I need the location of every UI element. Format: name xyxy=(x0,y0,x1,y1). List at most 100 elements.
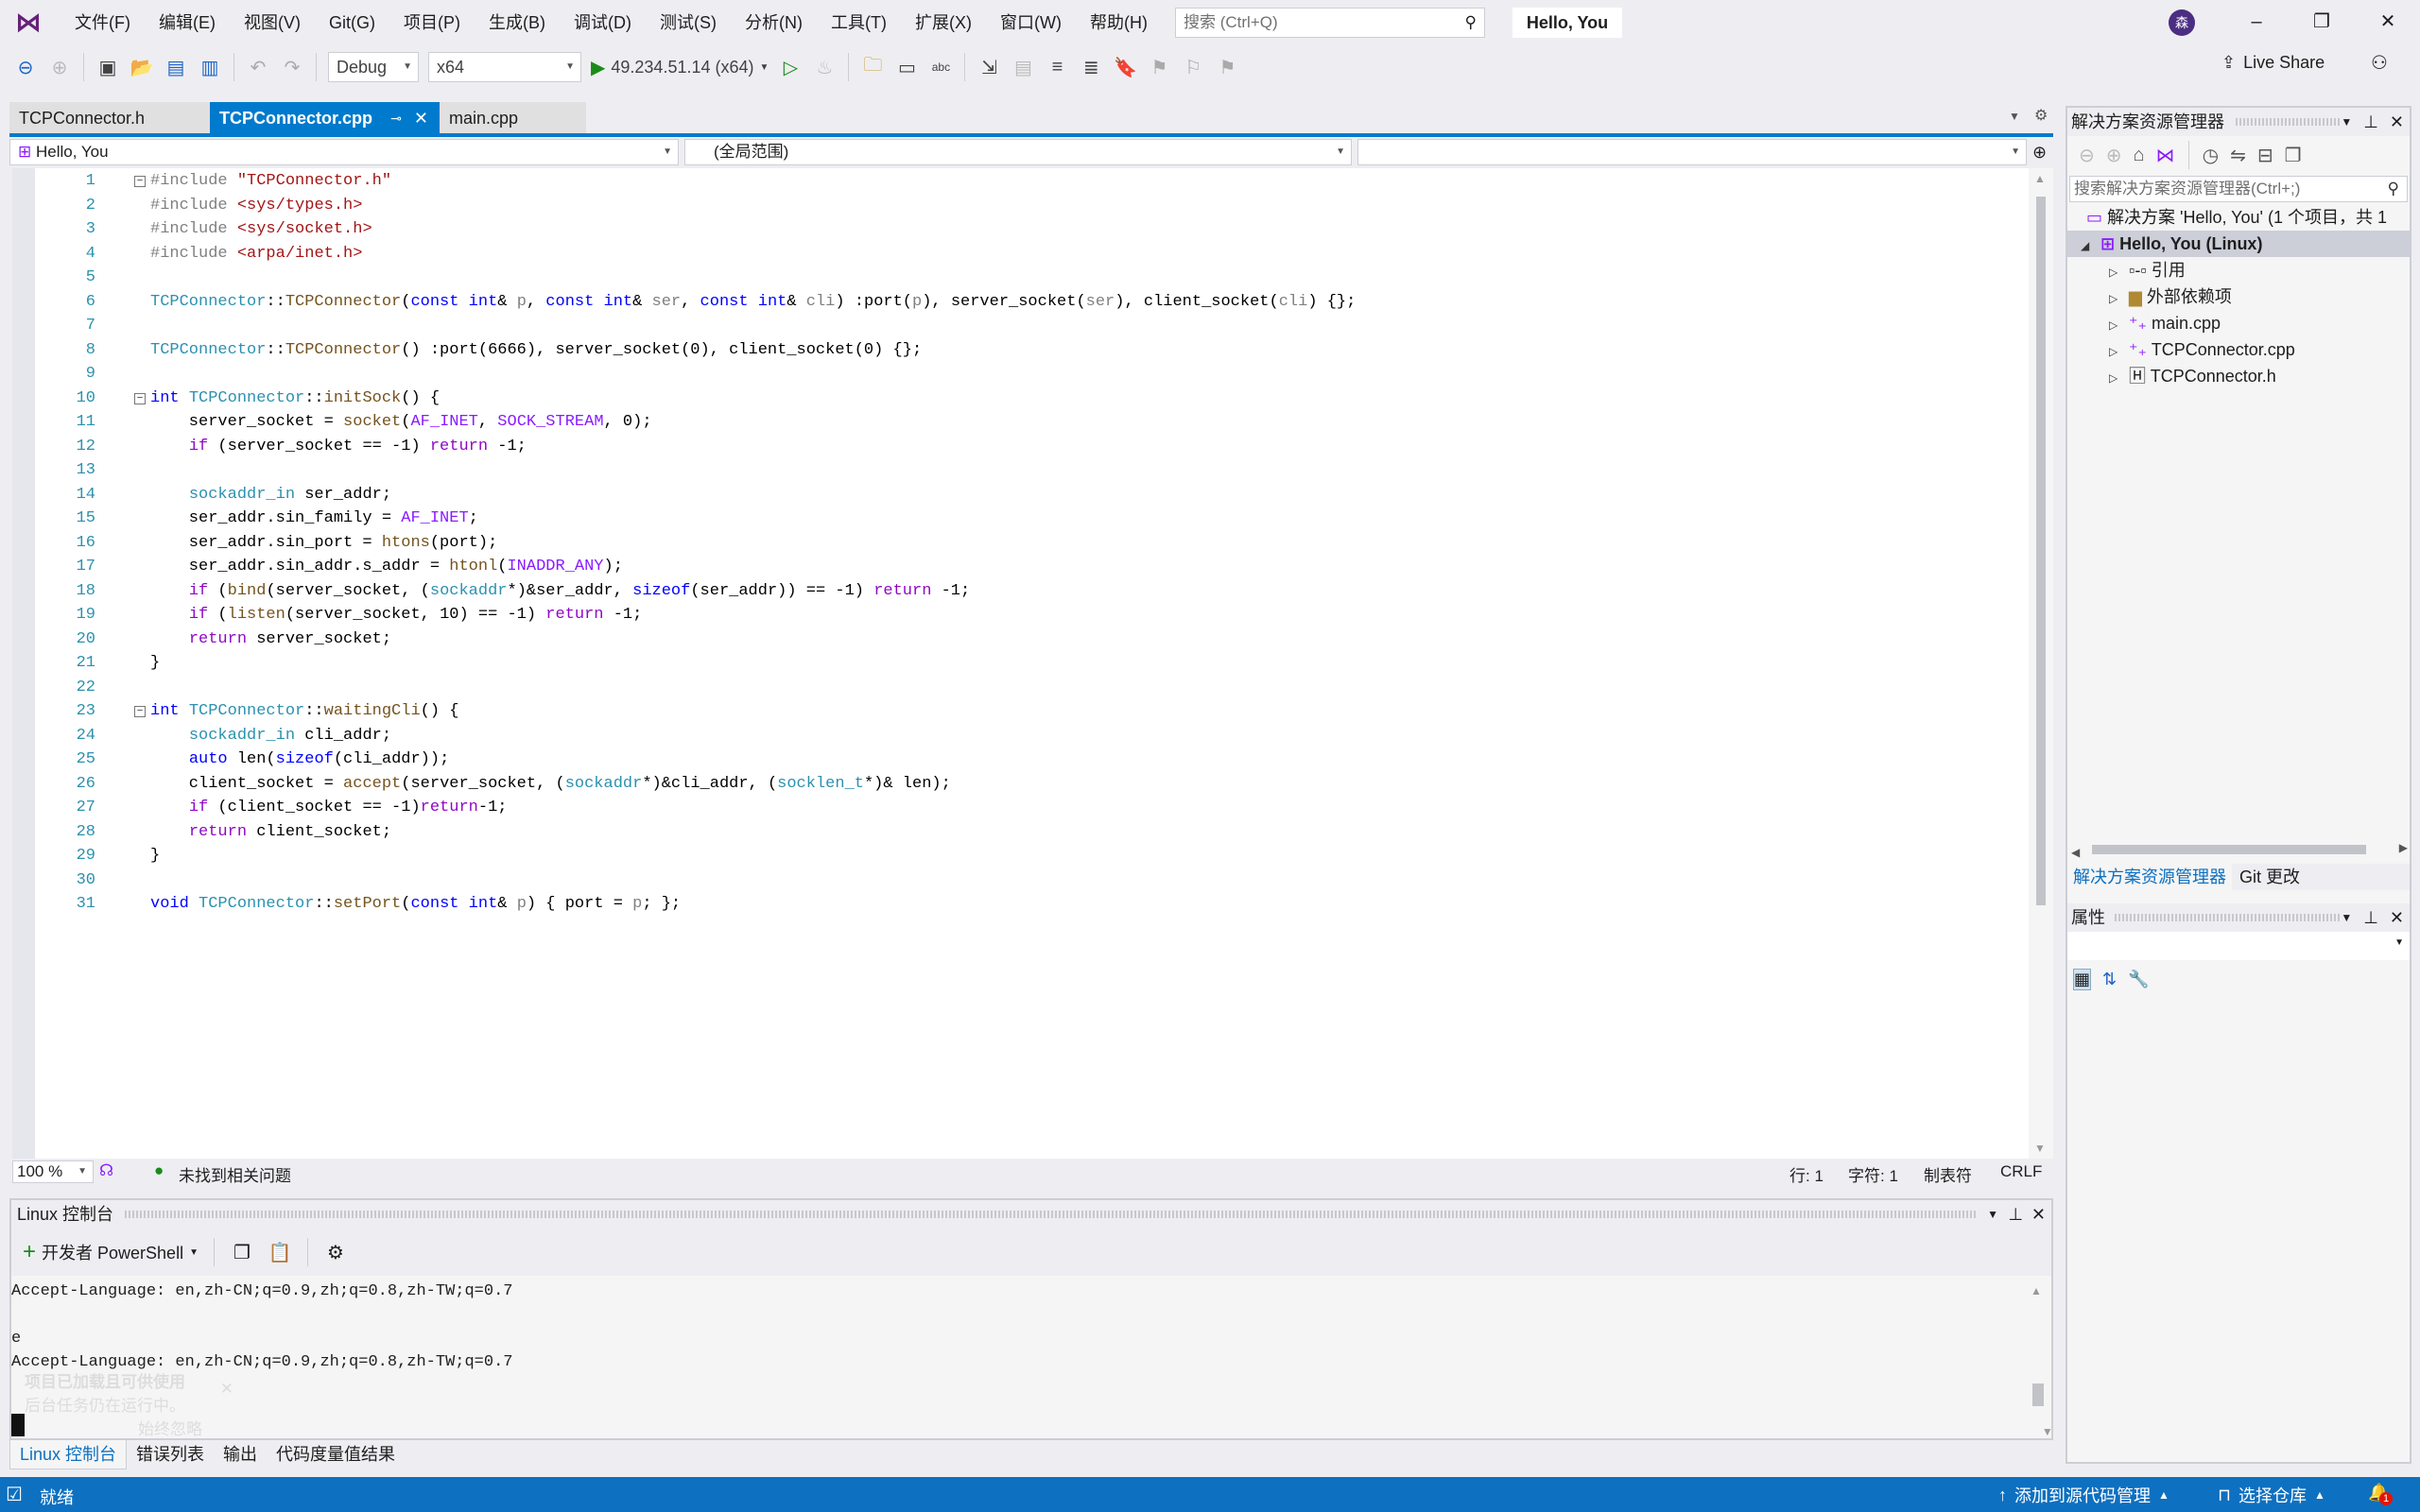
tree-solution[interactable]: ▭ 解决方案 'Hello, You' (1 个项目，共 1 xyxy=(2067,204,2410,231)
code-line[interactable]: if (bind(server_socket, (sockaddr*)&ser_… xyxy=(150,579,970,604)
menu-item[interactable]: 扩展(X) xyxy=(901,0,986,43)
scroll-thumb[interactable] xyxy=(2036,197,2046,905)
code-line[interactable]: TCPConnector::TCPConnector(const int& p,… xyxy=(150,290,1356,315)
comment-icon[interactable]: ▤ xyxy=(1011,56,1035,79)
code-line[interactable]: return server_socket; xyxy=(150,627,391,652)
vertical-scrollbar[interactable]: ▲ ▼ xyxy=(2029,168,2053,1159)
code-line[interactable]: } xyxy=(150,651,160,676)
menu-item[interactable]: 视图(V) xyxy=(230,0,315,43)
hot-reload-icon[interactable]: ♨ xyxy=(812,56,837,79)
char-indicator[interactable]: 字符: 1 xyxy=(1848,1162,1898,1186)
split-editor-icon[interactable]: ⊕ xyxy=(2032,143,2047,163)
scroll-up-icon[interactable]: ▲ xyxy=(2034,172,2046,185)
minimize-button[interactable]: – xyxy=(2228,0,2285,43)
menu-item[interactable]: 文件(F) xyxy=(60,0,145,43)
tab-solution-explorer[interactable]: 解决方案资源管理器 xyxy=(2067,864,2232,890)
scroll-up-icon[interactable]: ▲ xyxy=(2031,1284,2042,1297)
collapse-all-icon[interactable]: ⊟ xyxy=(2257,144,2273,167)
pin-icon[interactable]: ⊥ xyxy=(2363,108,2378,136)
indent-indicator[interactable]: 制表符 xyxy=(1924,1162,1972,1186)
save-all-icon[interactable]: ▥ xyxy=(198,56,222,79)
code-line[interactable]: ser_addr.sin_family = AF_INET; xyxy=(150,507,478,531)
notifications-button[interactable]: 🔔 1 xyxy=(2368,1483,2393,1505)
sync-icon[interactable]: ⇋ xyxy=(2230,144,2246,167)
tab-linux-console[interactable]: Linux 控制台 xyxy=(9,1439,128,1469)
dropdown-icon[interactable]: ▼ xyxy=(2341,108,2352,136)
fold-toggle-icon[interactable]: − xyxy=(134,392,146,404)
scope-dropdown[interactable]: (全局范围) ▼ xyxy=(684,139,1352,165)
step-icon[interactable]: ⇲ xyxy=(977,56,1001,79)
undo-icon[interactable]: ↶ xyxy=(246,56,270,79)
drag-grip[interactable] xyxy=(125,1211,1978,1218)
drag-grip[interactable] xyxy=(2115,914,2342,921)
home-icon[interactable]: ⌂ xyxy=(2134,145,2145,166)
scroll-left-icon[interactable]: ◀ xyxy=(2071,846,2080,859)
code-line[interactable]: auto len(sizeof(cli_addr)); xyxy=(150,747,449,772)
new-project-icon[interactable]: ▣ xyxy=(95,56,120,79)
feedback-icon[interactable]: ⚇ xyxy=(2371,51,2388,75)
console-output[interactable]: Accept-Language: en,zh-CN;q=0.9,zh;q=0.8… xyxy=(11,1280,513,1374)
next-bookmark-icon[interactable]: ⚐ xyxy=(1181,56,1205,79)
menu-item[interactable]: Git(G) xyxy=(315,0,389,43)
find-in-files-icon[interactable]: 🗀 xyxy=(860,51,885,83)
switch-views-icon[interactable]: ⋈ xyxy=(2156,144,2175,167)
horizontal-scrollbar[interactable]: ◀ ▶ xyxy=(2071,841,2408,859)
menu-item[interactable]: 帮助(H) xyxy=(1076,0,1162,43)
console-scrollbar[interactable]: ▲ ▼ xyxy=(2031,1280,2053,1438)
code-line[interactable]: int TCPConnector::initSock() { xyxy=(150,387,440,411)
close-window-button[interactable]: ✕ xyxy=(2360,0,2416,43)
run-button[interactable]: ▶ 49.234.51.14 (x64) ▼ xyxy=(591,56,769,79)
forward-icon[interactable]: ⊕ xyxy=(47,56,72,79)
pin-icon[interactable]: ⊸ xyxy=(390,102,402,134)
tab-overflow-icon[interactable]: ▼ xyxy=(2009,110,2020,123)
properties-object-select[interactable]: ▼ xyxy=(2067,932,2410,960)
menu-item[interactable]: 工具(T) xyxy=(817,0,901,43)
bookmark-icon[interactable]: 🔖 xyxy=(1113,56,1137,79)
code-line[interactable]: sockaddr_in cli_addr; xyxy=(150,724,391,748)
tree-item-references[interactable]: ▷ ▫-▫ 引用 xyxy=(2067,257,2410,284)
code-line[interactable]: void TCPConnector::setPort(const int& p)… xyxy=(150,892,681,917)
dropdown-icon[interactable]: ▼ xyxy=(1987,1200,1998,1228)
scroll-right-icon[interactable]: ▶ xyxy=(2399,841,2408,854)
configuration-select[interactable]: Debug ▼ xyxy=(328,52,419,82)
tab-main-cpp[interactable]: main.cpp xyxy=(440,102,586,134)
expanded-icon[interactable]: ◢ xyxy=(2081,232,2096,259)
code-line[interactable]: client_socket = accept(server_socket, (s… xyxy=(150,772,951,797)
menu-item[interactable]: 测试(S) xyxy=(646,0,731,43)
select-repo-button[interactable]: ⊓ 选择仓库 ▲ xyxy=(2218,1483,2325,1507)
close-panel-icon[interactable]: ✕ xyxy=(2031,1200,2046,1228)
show-all-files-icon[interactable]: ❐ xyxy=(2285,144,2302,167)
paste-icon[interactable]: 📋 xyxy=(268,1241,292,1264)
avatar[interactable]: 森 xyxy=(2169,9,2195,36)
close-toast-icon[interactable]: ✕ xyxy=(220,1380,233,1399)
code-line[interactable]: return client_socket; xyxy=(150,820,391,845)
add-to-source-control-button[interactable]: ↑ 添加到源代码管理 ▲ xyxy=(1998,1483,2169,1507)
code-line[interactable]: } xyxy=(150,844,160,868)
code-line[interactable]: #include <arpa/inet.h> xyxy=(150,242,362,266)
alphabetical-icon[interactable]: ⇅ xyxy=(2102,970,2117,989)
property-pages-icon[interactable]: 🔧 xyxy=(2128,970,2149,989)
intellicode-icon[interactable]: ☊ xyxy=(99,1161,113,1180)
menu-item[interactable]: 窗口(W) xyxy=(986,0,1076,43)
collapsed-icon[interactable]: ▷ xyxy=(2109,365,2124,391)
pin-icon[interactable]: ⊥ xyxy=(2363,903,2378,932)
tab-code-metrics[interactable]: 代码度量值结果 xyxy=(267,1440,405,1469)
redo-icon[interactable]: ↷ xyxy=(280,56,304,79)
code-line[interactable]: #include "TCPConnector.h" xyxy=(150,169,391,194)
scroll-down-icon[interactable]: ▼ xyxy=(2042,1425,2053,1438)
code-line[interactable]: ser_addr.sin_addr.s_addr = htonl(INADDR_… xyxy=(150,555,623,579)
code-line[interactable]: server_socket = socket(AF_INET, SOCK_STR… xyxy=(150,410,652,435)
menu-item[interactable]: 分析(N) xyxy=(731,0,817,43)
search-input[interactable]: 搜索 (Ctrl+Q) ⚲ xyxy=(1175,8,1485,38)
tab-git-changes[interactable]: Git 更改 xyxy=(2232,864,2308,890)
collapsed-icon[interactable]: ▷ xyxy=(2109,338,2124,365)
tab-tcpconnector-h[interactable]: TCPConnector.h xyxy=(9,102,210,134)
menu-item[interactable]: 编辑(E) xyxy=(145,0,230,43)
fold-toggle-icon[interactable]: − xyxy=(134,176,146,187)
code-line[interactable]: TCPConnector::TCPConnector() :port(6666)… xyxy=(150,338,922,363)
close-tab-icon[interactable]: ✕ xyxy=(414,102,428,134)
prev-bookmark-icon[interactable]: ⚑ xyxy=(1147,56,1171,79)
platform-select[interactable]: x64 ▼ xyxy=(428,52,581,82)
new-shell-button[interactable]: + 开发者 PowerShell ▼ xyxy=(23,1239,199,1265)
menu-item[interactable]: 项目(P) xyxy=(389,0,475,43)
